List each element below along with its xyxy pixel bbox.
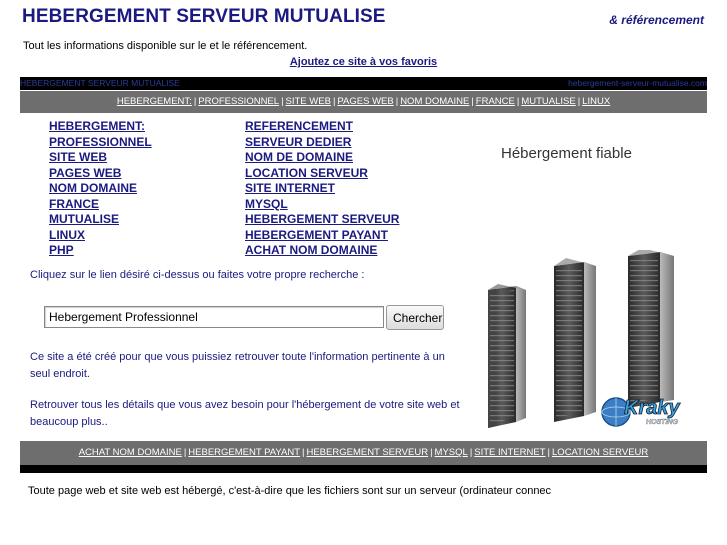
- bottom-nav-link-mysql[interactable]: MYSQL: [435, 447, 468, 458]
- top-nav-link-pages-web[interactable]: PAGES WEB: [337, 96, 393, 107]
- server-racks-image[interactable]: Kraky HOSTING: [478, 250, 708, 432]
- search-input[interactable]: [44, 306, 384, 328]
- link-linux[interactable]: LINUX: [49, 228, 152, 244]
- link-nom-domaine[interactable]: NOM DOMAINE: [49, 181, 152, 197]
- logo-text: Kraky: [624, 397, 680, 419]
- add-to-favorites-link[interactable]: Ajoutez ce site à vos favoris: [290, 56, 437, 68]
- top-nav-link-nom-domaine[interactable]: NOM DOMAINE: [400, 96, 469, 107]
- top-nav-bar: HEBERGEMENT: | PROFESSIONNEL | SITE WEB | PAGE…: [20, 91, 707, 113]
- link-achat-nom-domaine[interactable]: ACHAT NOM DOMAINE: [245, 243, 399, 259]
- bottom-nav-link-location-serveur[interactable]: LOCATION SERVEUR: [552, 447, 648, 458]
- top-black-bar: HEBERGEMENT SERVEUR MUTUALISE hebergemen…: [20, 77, 707, 90]
- server-rack-2: [554, 258, 596, 422]
- ad-title: Hébergement fiable: [501, 145, 632, 162]
- bottom-nav-link-hebergement-payant[interactable]: HEBERGEMENT PAYANT: [188, 447, 300, 458]
- top-nav-link-site-web[interactable]: SITE WEB: [286, 96, 331, 107]
- description-paragraph-1: Ce site a été créé pour que vous puissie…: [30, 351, 445, 380]
- link-professionnel[interactable]: PROFESSIONNEL: [49, 135, 152, 151]
- link-hebergement-serveur[interactable]: HEBERGEMENT SERVEUR: [245, 212, 399, 228]
- link-location-serveur[interactable]: LOCATION SERVEUR: [245, 166, 399, 182]
- black-bar-left-text: HEBERGEMENT SERVEUR MUTUALISE: [20, 78, 180, 88]
- link-mysql[interactable]: MYSQL: [245, 197, 399, 213]
- search-button[interactable]: Chercher: [386, 305, 444, 330]
- black-bar-right-text: hebergement-serveur-mutualise.com: [568, 78, 707, 88]
- link-mutualise[interactable]: MUTUALISE: [49, 212, 152, 228]
- server-rack-3: [628, 250, 674, 408]
- bottom-nav-link-hebergement-serveur[interactable]: HEBERGEMENT SERVEUR: [306, 447, 428, 458]
- link-serveur-dedier[interactable]: SERVEUR DEDIER: [245, 135, 399, 151]
- search-prompt: Cliquez sur le lien désiré ci-dessus ou …: [30, 269, 365, 281]
- description-paragraph-2: Retrouver tous les détails que vous avez…: [30, 399, 460, 428]
- link-site-web[interactable]: SITE WEB: [49, 150, 152, 166]
- bottom-black-bar: [20, 465, 707, 473]
- bottom-nav-link-site-internet[interactable]: SITE INTERNET: [474, 447, 545, 458]
- site-tagline: & référencement: [609, 13, 704, 27]
- site-title: HEBERGEMENT SERVEUR MUTUALISE: [22, 6, 386, 27]
- intro-text: Tout les informations disponible sur le …: [23, 40, 308, 52]
- link-hebergement-payant[interactable]: HEBERGEMENT PAYANT: [245, 228, 399, 244]
- top-nav-link-professionnel[interactable]: PROFESSIONNEL: [198, 96, 279, 107]
- links-column-left: HEBERGEMENT: PROFESSIONNEL SITE WEB PAGES W…: [49, 119, 152, 259]
- link-pages-web[interactable]: PAGES WEB: [49, 166, 152, 182]
- link-nom-de-domaine[interactable]: NOM DE DOMAINE: [245, 150, 399, 166]
- links-column-right: REFERENCEMENT SERVEUR DEDIER NOM DE DOMAIN…: [245, 119, 399, 259]
- top-nav-link-linux[interactable]: LINUX: [582, 96, 610, 107]
- favorite-link-wrap: Ajoutez ce site à vos favoris: [0, 56, 727, 68]
- link-france[interactable]: FRANCE: [49, 197, 152, 213]
- link-php[interactable]: PHP: [49, 243, 152, 259]
- footer-text: Toute page web et site web est hébergé, …: [28, 485, 552, 497]
- link-site-internet[interactable]: SITE INTERNET: [245, 181, 399, 197]
- logo-subtext: HOSTING: [646, 419, 678, 426]
- top-nav-link-mutualise[interactable]: MUTUALISE: [521, 96, 575, 107]
- bottom-nav-link-achat-nom-domaine[interactable]: ACHAT NOM DOMAINE: [79, 447, 182, 458]
- server-rack-1: [488, 284, 526, 428]
- top-nav-link-hebergement[interactable]: HEBERGEMENT:: [117, 96, 192, 107]
- bottom-nav-bar: ACHAT NOM DOMAINE | HEBERGEMENT PAYANT | HEB…: [20, 441, 707, 465]
- link-hebergement[interactable]: HEBERGEMENT:: [49, 119, 152, 135]
- top-nav-link-france[interactable]: FRANCE: [476, 96, 515, 107]
- link-referencement[interactable]: REFERENCEMENT: [245, 119, 399, 135]
